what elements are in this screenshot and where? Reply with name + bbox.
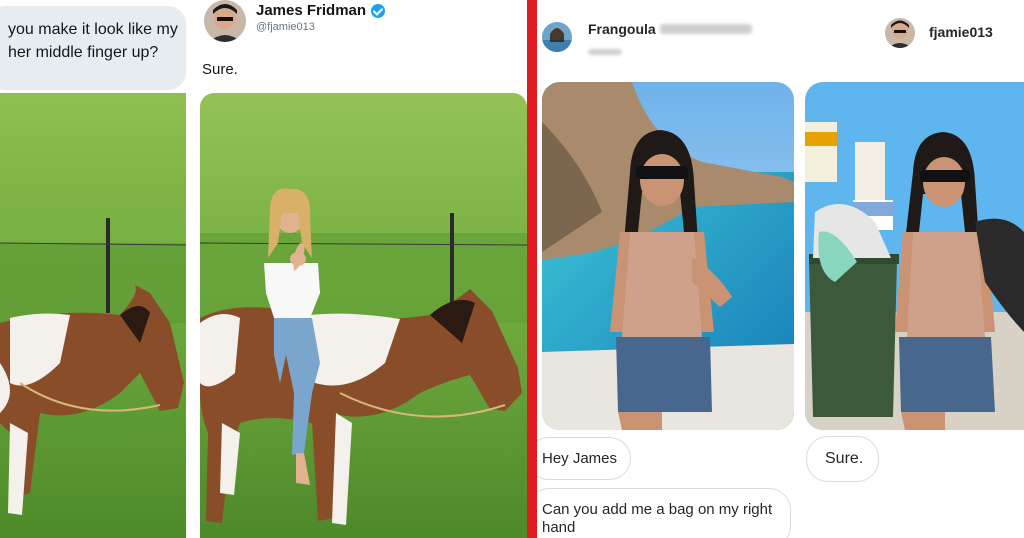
edited-beach-photo[interactable] bbox=[805, 82, 1024, 430]
blurred-surname bbox=[659, 24, 752, 34]
message-add-bag: Can you add me a bag on my right hand bbox=[537, 488, 791, 538]
edited-horse-photo[interactable] bbox=[200, 93, 527, 538]
fjamie-avatar[interactable] bbox=[885, 18, 915, 48]
james-fridman-avatar[interactable] bbox=[204, 0, 246, 42]
requester-name[interactable]: Frangoula bbox=[588, 21, 752, 37]
question-text: you make it look like my her middle fing… bbox=[8, 21, 178, 61]
tweet-author-handle[interactable]: @fjamie013 bbox=[256, 21, 315, 33]
panel-divider bbox=[527, 0, 537, 538]
twitter-thread-panel: you make it look like my her middle fing… bbox=[0, 0, 527, 538]
frangoula-avatar[interactable] bbox=[542, 22, 572, 52]
responder-username[interactable]: fjamie013 bbox=[929, 24, 993, 40]
message-sure: Sure. bbox=[806, 436, 879, 482]
message-text: Sure. bbox=[825, 450, 864, 467]
question-bubble: you make it look like my her middle fing… bbox=[0, 6, 186, 90]
original-beach-photo[interactable] bbox=[542, 82, 794, 430]
tweet-reply-text: Sure. bbox=[202, 61, 238, 78]
verified-badge-icon bbox=[371, 3, 386, 18]
tweet-author-name[interactable]: James Fridman bbox=[256, 2, 386, 19]
blurred-username bbox=[588, 42, 622, 60]
message-hey-james: Hey James bbox=[537, 437, 631, 480]
message-text: Hey James bbox=[542, 450, 618, 467]
instagram-dm-panel: Frangoula fjamie013 Hey James Can you ad… bbox=[537, 0, 1024, 538]
original-horse-photo[interactable] bbox=[0, 93, 186, 538]
message-text: Can you add me a bag on my right hand bbox=[542, 501, 773, 536]
